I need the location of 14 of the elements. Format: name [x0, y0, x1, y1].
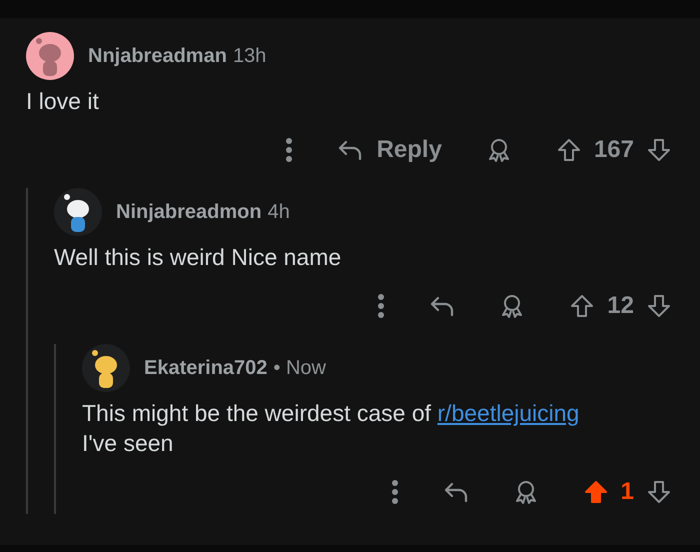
vote-count: 1	[620, 478, 634, 506]
comment-text: I love it	[26, 87, 100, 116]
subreddit-link[interactable]: r/beetlejuicing	[437, 400, 580, 426]
timestamp: 4h	[268, 200, 290, 224]
timestamp: 13h	[232, 44, 266, 68]
timestamp: • Now	[273, 356, 326, 380]
reply-button[interactable]: Reply	[336, 136, 442, 164]
vote-count: 12	[607, 292, 634, 320]
vote-count: 167	[594, 136, 634, 164]
comment-text: This might be the weirdest case of r/beetlejuicing I've seen	[82, 399, 580, 458]
username-link[interactable]: Ninjabreadmon	[116, 200, 262, 224]
username-link[interactable]: Nnjabreadman	[88, 44, 227, 68]
comment-text: Well this is weird Nice name	[54, 243, 342, 272]
username-link[interactable]: Ekaterina702	[144, 356, 268, 380]
